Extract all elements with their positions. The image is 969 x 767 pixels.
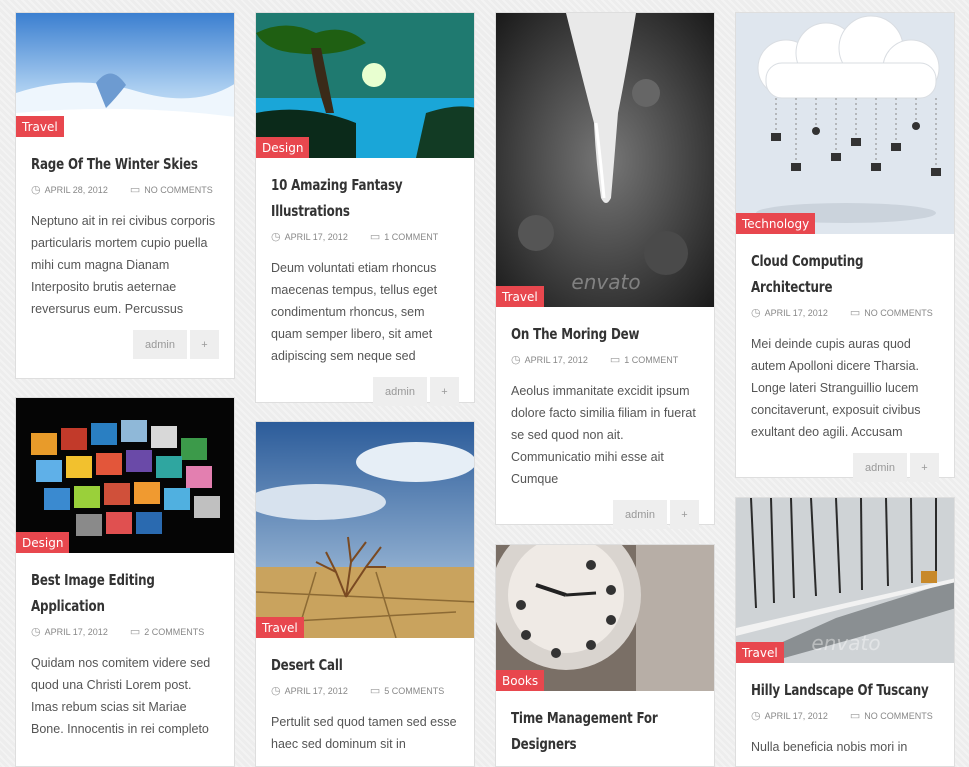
clock-icon: ◷ xyxy=(271,685,281,697)
clock-icon: ◷ xyxy=(511,354,521,366)
comment-icon: ▭ xyxy=(849,307,861,319)
post-date: APRIL 17, 2012 xyxy=(44,626,108,637)
comment-count[interactable]: 1 COMMENT xyxy=(624,355,678,365)
post-date: APRIL 17, 2012 xyxy=(284,231,348,242)
more-button[interactable]: + xyxy=(670,500,699,529)
category-badge[interactable]: Travel xyxy=(256,617,304,638)
post-meta: ◷ APRIL 28, 2012 ▭ NO COMMENTS xyxy=(31,183,219,196)
post-card: Books Time Management For Designers xyxy=(495,544,715,767)
snowy-road-image: envato xyxy=(736,498,954,663)
watermark-text: envato xyxy=(571,270,640,294)
watermark-text: envato xyxy=(811,631,880,655)
comment-count[interactable]: NO COMMENTS xyxy=(864,308,933,318)
post-meta: ◷ APRIL 17, 2012 ▭ NO COMMENTS xyxy=(751,709,939,722)
comment-count[interactable]: NO COMMENTS xyxy=(864,711,933,721)
category-badge[interactable]: Design xyxy=(256,137,310,158)
more-button[interactable]: + xyxy=(190,330,219,359)
post-card: Design Best Image Editing Application ◷ A… xyxy=(15,397,235,767)
category-badge[interactable]: Design xyxy=(16,532,70,553)
post-thumbnail[interactable]: Design xyxy=(16,398,234,553)
category-badge[interactable]: Technology xyxy=(736,213,816,234)
photo-tiles-image xyxy=(16,398,234,553)
post-thumbnail[interactable]: envato Travel xyxy=(496,13,714,307)
category-badge[interactable]: Travel xyxy=(16,116,64,137)
post-title[interactable]: On The Moring Dew xyxy=(511,321,700,347)
clock-icon: ◷ xyxy=(31,184,41,196)
comment-icon: ▭ xyxy=(609,354,621,366)
post-date: APRIL 17, 2012 xyxy=(764,710,828,721)
clock-icon: ◷ xyxy=(751,710,761,722)
post-excerpt: Pertulit sed quod tamen sed esse haec se… xyxy=(271,715,457,751)
comment-count[interactable]: NO COMMENTS xyxy=(144,185,213,195)
clock-icon: ◷ xyxy=(31,626,41,638)
post-title[interactable]: Time Management For Designers xyxy=(511,705,700,757)
post-thumbnail[interactable]: Technology xyxy=(736,13,954,234)
post-title[interactable]: Desert Call xyxy=(271,652,460,678)
category-badge[interactable]: Books xyxy=(496,670,545,691)
post-meta: ◷ APRIL 17, 2012 ▭ 2 COMMENTS xyxy=(31,625,219,638)
author-button[interactable]: admin xyxy=(133,330,187,359)
post-card: envato Travel On The Moring Dew ◷ APRIL … xyxy=(495,12,715,529)
post-thumbnail[interactable]: envato Travel xyxy=(736,498,954,663)
category-badge[interactable]: Travel xyxy=(496,286,544,307)
post-thumbnail[interactable]: Travel xyxy=(16,13,234,137)
post-title[interactable]: Rage Of The Winter Skies xyxy=(31,151,220,177)
comment-count[interactable]: 2 COMMENTS xyxy=(144,627,204,637)
post-title[interactable]: 10 Amazing Fantasy Illustrations xyxy=(271,172,460,224)
cloud-computing-image xyxy=(736,13,954,234)
post-meta: ◷ APRIL 17, 2012 ▭ 5 COMMENTS xyxy=(271,684,459,697)
more-button[interactable]: + xyxy=(910,453,939,482)
clock-icon: ◷ xyxy=(751,307,761,319)
post-card: Technology Cloud Computing Architecture ◷… xyxy=(735,12,955,482)
post-date: APRIL 17, 2012 xyxy=(524,354,588,365)
post-excerpt: Nulla beneficia nobis mori in xyxy=(751,740,908,754)
author-button[interactable]: admin xyxy=(613,500,667,529)
post-card: envato Travel Hilly Landscape Of Tuscany… xyxy=(735,497,955,767)
post-title[interactable]: Best Image Editing Application xyxy=(31,567,220,619)
post-excerpt: Quidam nos comitem videre sed quod una C… xyxy=(31,656,211,736)
desert-tree-image xyxy=(256,422,474,638)
comment-icon: ▭ xyxy=(129,626,141,638)
post-excerpt: Deum voluntati etiam rhoncus maecenas te… xyxy=(271,261,438,363)
post-date: APRIL 17, 2012 xyxy=(764,307,828,318)
post-title[interactable]: Cloud Computing Architecture xyxy=(751,248,940,300)
post-meta: ◷ APRIL 17, 2012 ▭ 1 COMMENT xyxy=(511,353,699,366)
post-thumbnail[interactable]: Books xyxy=(496,545,714,691)
post-date: APRIL 17, 2012 xyxy=(284,685,348,696)
post-meta: ◷ APRIL 17, 2012 ▭ NO COMMENTS xyxy=(751,306,939,319)
icicle-image: envato xyxy=(496,13,714,307)
post-thumbnail[interactable]: Design xyxy=(256,13,474,158)
clock-icon: ◷ xyxy=(271,231,281,243)
comment-icon: ▭ xyxy=(849,710,861,722)
author-button[interactable]: admin xyxy=(853,453,907,482)
comment-icon: ▭ xyxy=(369,231,381,243)
post-thumbnail[interactable]: Travel xyxy=(256,422,474,638)
post-meta: ◷ APRIL 17, 2012 ▭ 1 COMMENT xyxy=(271,230,459,243)
post-excerpt: Mei deinde cupis auras quod autem Apollo… xyxy=(751,337,921,439)
comment-icon: ▭ xyxy=(369,685,381,697)
post-card: Travel Desert Call ◷ APRIL 17, 2012 ▭ 5 … xyxy=(255,421,475,767)
comment-icon: ▭ xyxy=(129,184,141,196)
post-date: APRIL 28, 2012 xyxy=(44,184,108,195)
comment-count[interactable]: 1 COMMENT xyxy=(384,232,438,242)
post-card: Design 10 Amazing Fantasy Illustrations ◷… xyxy=(255,12,475,406)
post-title[interactable]: Hilly Landscape Of Tuscany xyxy=(751,677,940,703)
author-button[interactable]: admin xyxy=(373,377,427,406)
post-card: Travel Rage Of The Winter Skies ◷ APRIL … xyxy=(15,12,235,379)
more-button[interactable]: + xyxy=(430,377,459,406)
post-excerpt: Neptuno ait in rei civibus corporis part… xyxy=(31,214,216,316)
comment-count[interactable]: 5 COMMENTS xyxy=(384,686,444,696)
category-badge[interactable]: Travel xyxy=(736,642,784,663)
post-excerpt: Aeolus immanitate excidit ipsum dolore f… xyxy=(511,384,696,486)
